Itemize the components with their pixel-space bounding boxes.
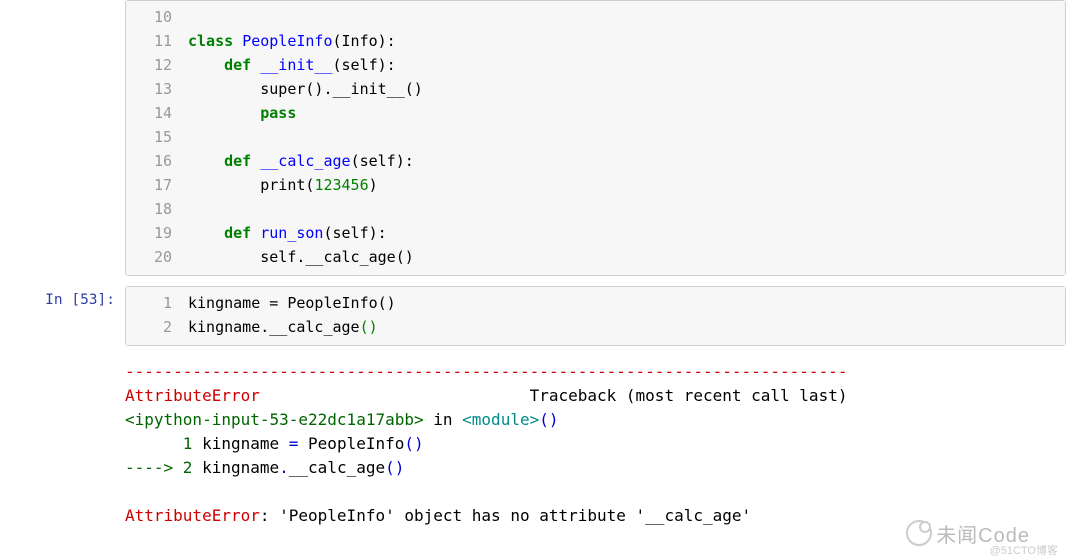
line-gutter: 10 11 12 13 14 15 16 17 18 19 20 <box>126 1 180 275</box>
output-cell: ----------------------------------------… <box>0 356 1080 532</box>
line-gutter: 1 2 <box>126 287 180 345</box>
line-number: 11 <box>126 29 172 53</box>
code-input-area[interactable]: 1 2 kingname = PeopleInfo() kingname.__c… <box>125 286 1066 346</box>
line-number: 18 <box>126 197 172 221</box>
code-line: kingname = PeopleInfo() kingname.__calc_… <box>188 294 396 336</box>
line-number: 16 <box>126 149 172 173</box>
line-number: 12 <box>126 53 172 77</box>
line-number: 20 <box>126 245 172 269</box>
line-number: 17 <box>126 173 172 197</box>
line-number: 15 <box>126 125 172 149</box>
line-number: 14 <box>126 101 172 125</box>
line-number: 1 <box>126 291 172 315</box>
error-name-final: AttributeError <box>125 506 260 525</box>
error-name: AttributeError <box>125 386 260 405</box>
line-number: 19 <box>126 221 172 245</box>
traceback-module: <module> <box>462 410 539 429</box>
code-body[interactable]: kingname = PeopleInfo() kingname.__calc_… <box>180 287 1065 345</box>
cell-prompt: In [53]: <box>0 286 125 308</box>
traceback-output: ----------------------------------------… <box>125 356 1066 532</box>
traceback-sep: ----------------------------------------… <box>125 362 847 381</box>
line-number: 13 <box>126 77 172 101</box>
cell-prompt <box>0 0 125 6</box>
line-number: 2 <box>126 315 172 339</box>
code-body[interactable]: class PeopleInfo(Info): def __init__(sel… <box>180 1 1065 275</box>
traceback-label <box>260 386 530 405</box>
code-cell-1: In [53]: 1 2 kingname = PeopleInfo() kin… <box>0 286 1080 346</box>
error-message: : 'PeopleInfo' object has no attribute '… <box>260 506 751 525</box>
traceback-arrow: ----> <box>125 458 183 477</box>
line-number: 10 <box>126 5 172 29</box>
traceback-source: <ipython-input-53-e22dc1a17abb> <box>125 410 424 429</box>
output-prompt <box>0 356 125 362</box>
code-line: class PeopleInfo(Info): def __init__(sel… <box>188 32 423 266</box>
code-cell-0: 10 11 12 13 14 15 16 17 18 19 20 class P… <box>0 0 1080 276</box>
watermark-sub: @51CTO博客 <box>990 542 1058 558</box>
code-input-area[interactable]: 10 11 12 13 14 15 16 17 18 19 20 class P… <box>125 0 1066 276</box>
